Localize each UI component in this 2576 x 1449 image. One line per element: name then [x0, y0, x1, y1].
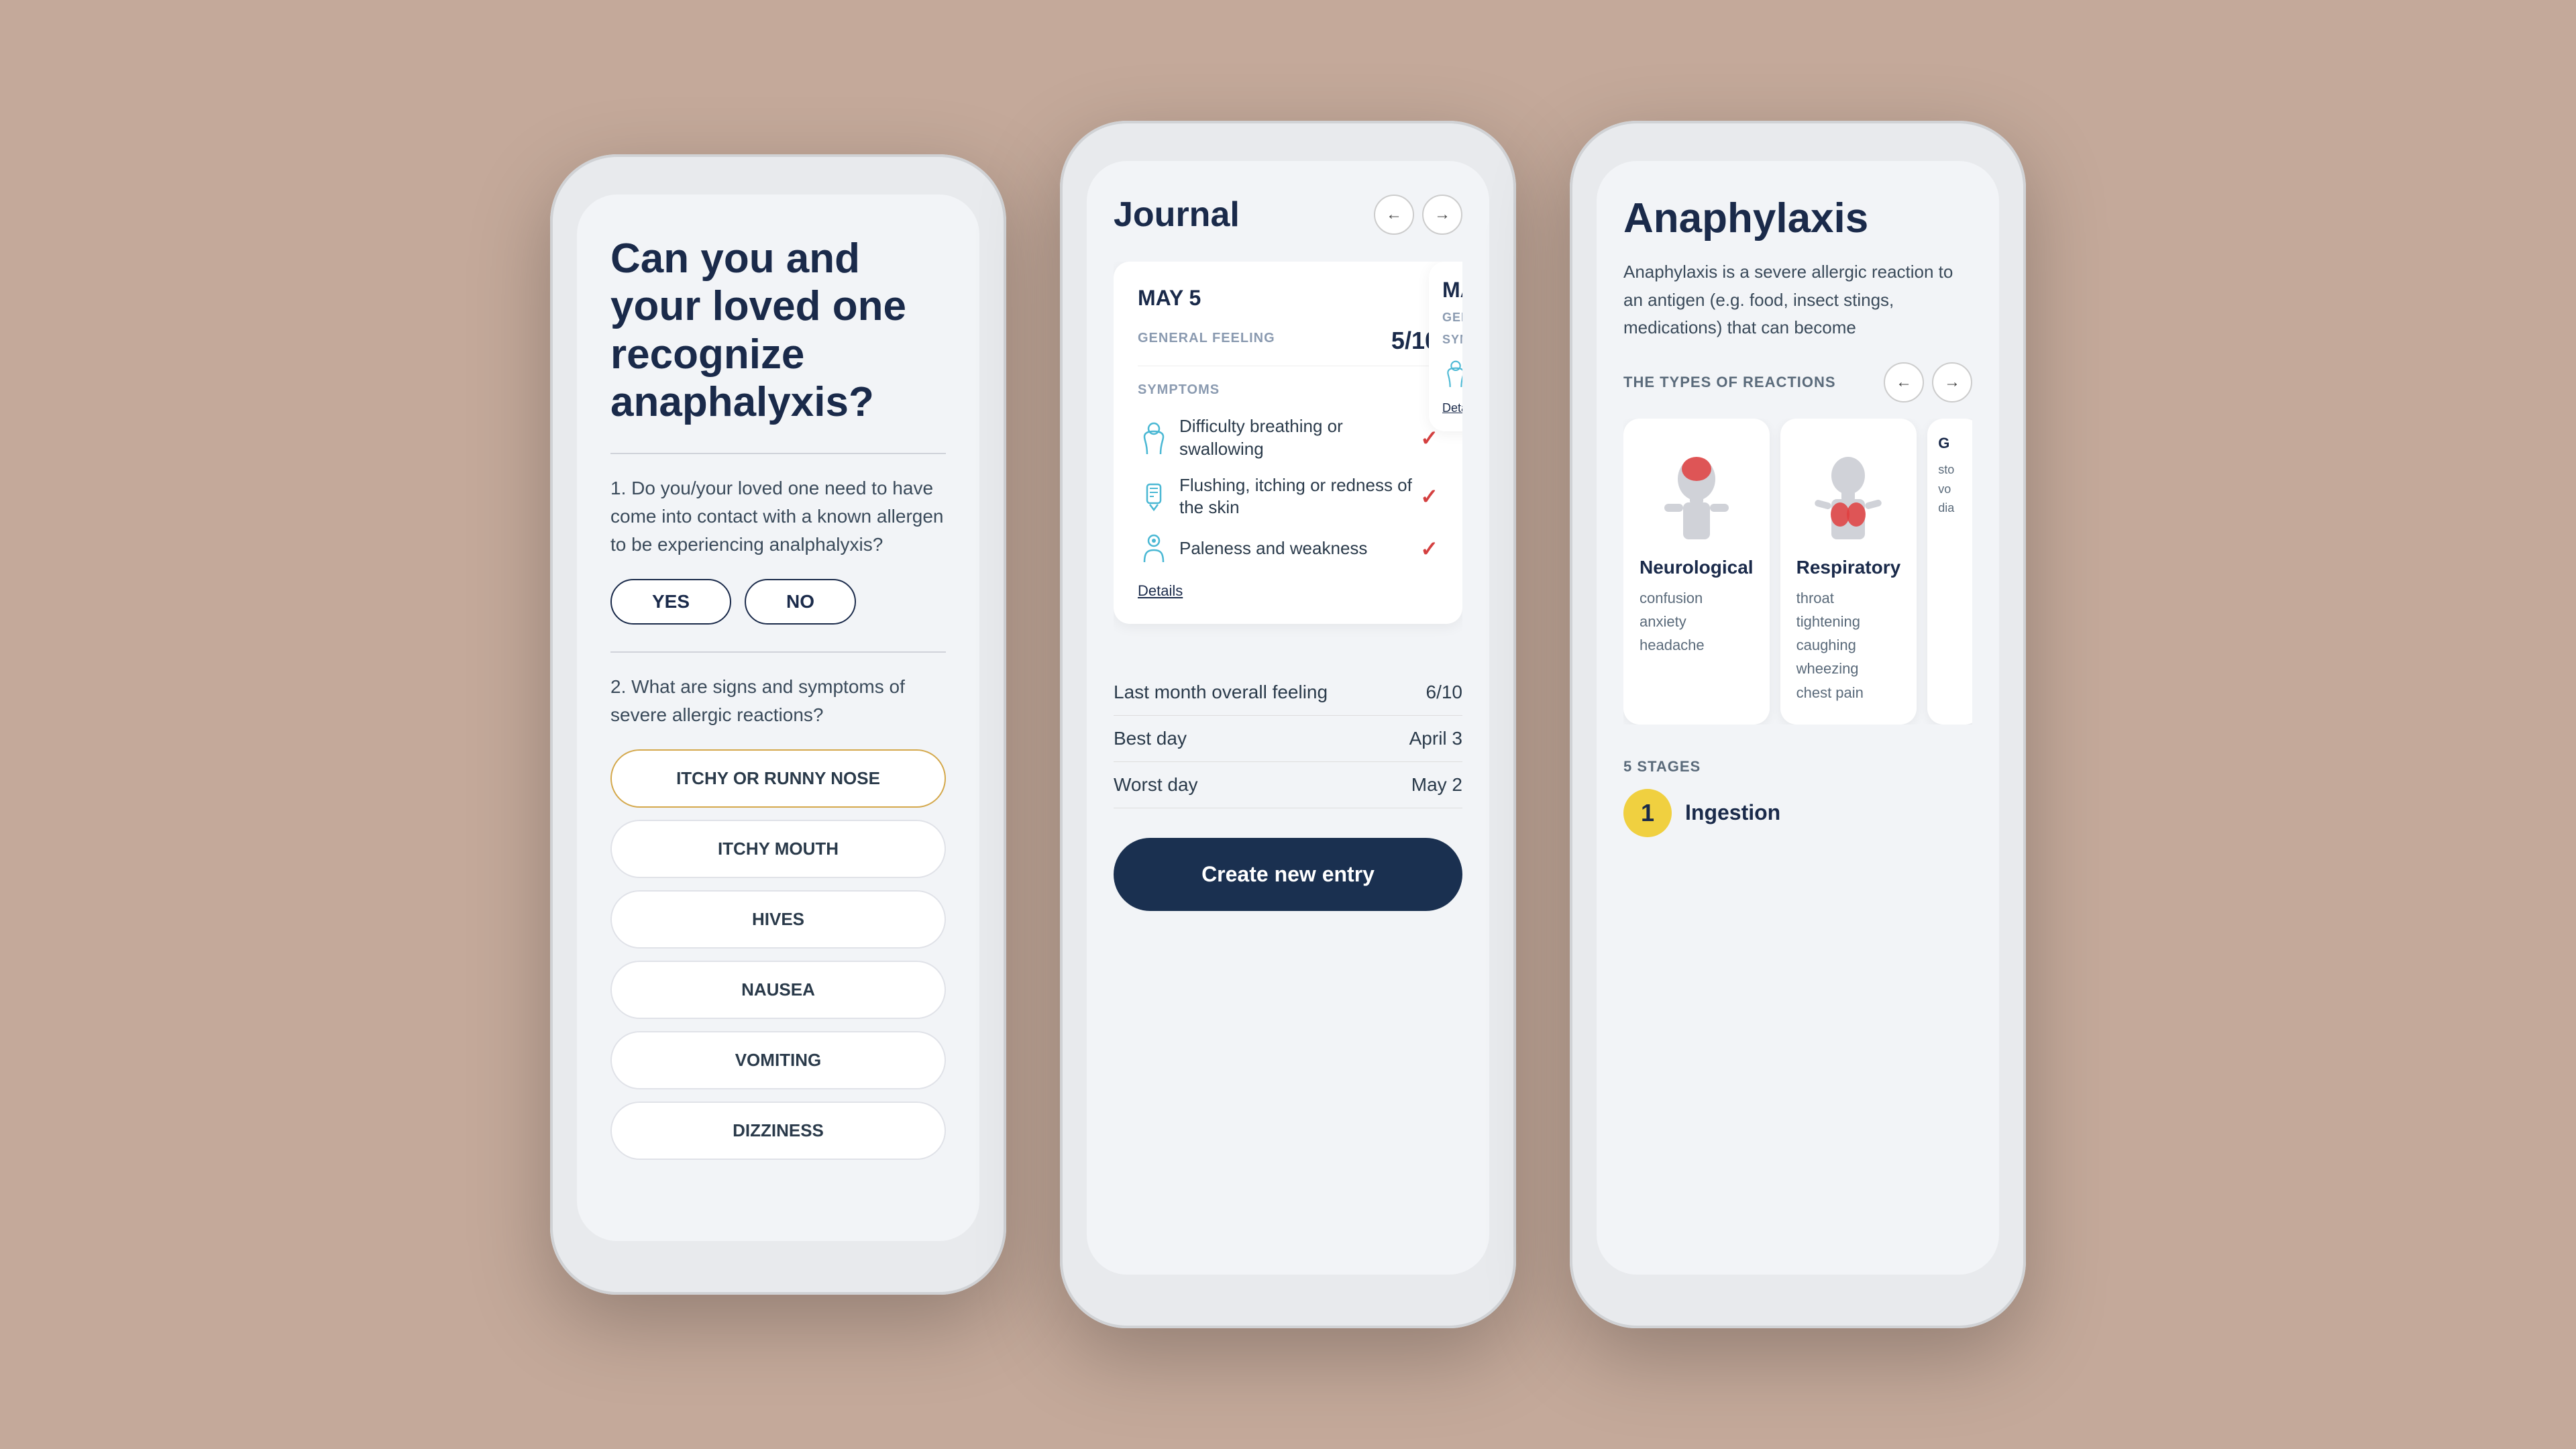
option-itchy-mouth[interactable]: ITCHY MOUTH: [610, 820, 946, 878]
yes-button[interactable]: YES: [610, 579, 731, 625]
journal-screen: Journal ← → MAY 5 GENERAL FEELING 5/10: [1087, 161, 1489, 1275]
stat-row-worst-day: Worst day May 2: [1114, 762, 1462, 808]
best-day-label: Best day: [1114, 728, 1187, 749]
question-1-text: 1. Do you/your loved one need to have co…: [610, 474, 946, 559]
screens-container: Can you and your loved one recognize ana…: [496, 67, 2080, 1382]
anaphylaxis-screen: Anaphylaxis Anaphylaxis is a severe alle…: [1597, 161, 1999, 1275]
option-nausea[interactable]: NAUSEA: [610, 961, 946, 1019]
check-paleness: ✓: [1420, 536, 1438, 561]
question-1-block: 1. Do you/your loved one need to have co…: [610, 474, 946, 625]
reactions-nav-forward[interactable]: →: [1932, 362, 1972, 402]
symptoms-label: SYMPTOMS: [1138, 382, 1438, 398]
symptom-row-breathing: Difficulty breathing or swallowing ✓: [1138, 409, 1438, 468]
phone-anaphylaxis: Anaphylaxis Anaphylaxis is a severe alle…: [1570, 121, 2026, 1328]
journal-title: Journal: [1114, 195, 1240, 235]
question-2-text: 2. What are signs and symptoms of severe…: [610, 673, 946, 729]
worst-day-label: Worst day: [1114, 774, 1198, 796]
respiratory-symptoms: throat tighteningcaughingwheezingchest p…: [1796, 586, 1901, 704]
quiz-screen: Can you and your loved one recognize ana…: [577, 195, 979, 1241]
stat-row-last-month: Last month overall feeling 6/10: [1114, 669, 1462, 716]
symptom-row-paleness: Paleness and weakness ✓: [1138, 526, 1438, 572]
feeling-row: GENERAL FEELING 5/10: [1138, 327, 1438, 366]
question-2-block: 2. What are signs and symptoms of severe…: [610, 673, 946, 1172]
details-link[interactable]: Details: [1138, 582, 1438, 600]
quiz-title: Can you and your loved one recognize ana…: [610, 235, 946, 426]
peek-icon-area: [1442, 360, 1462, 390]
ana-description: Anaphylaxis is a severe allergic reactio…: [1623, 258, 1972, 342]
journal-nav-back[interactable]: ←: [1374, 195, 1414, 235]
ana-title: Anaphylaxis: [1623, 195, 1972, 242]
symptom-row-flushing: Flushing, itching or redness of the skin…: [1138, 468, 1438, 527]
stage-1-row: 1 Ingestion: [1623, 789, 1972, 837]
option-vomiting[interactable]: VOMITING: [610, 1031, 946, 1089]
option-hives[interactable]: HIVES: [610, 890, 946, 949]
last-month-label: Last month overall feeling: [1114, 682, 1328, 703]
neurological-symptoms: confusionanxietyheadache: [1640, 586, 1754, 657]
neurological-illustration: [1640, 439, 1754, 546]
stages-label: 5 STAGES: [1623, 758, 1972, 775]
neurological-name: Neurological: [1640, 557, 1754, 578]
journal-card-peek: MAY GENE SYMPT Detail: [1429, 262, 1462, 431]
journal-nav-forward[interactable]: →: [1422, 195, 1462, 235]
reaction-cards-container: Neurological confusionanxietyheadache: [1623, 419, 1972, 724]
card-date: MAY 5: [1138, 286, 1201, 311]
peek-symptoms: SYMPT: [1442, 333, 1462, 347]
peek-symptom-icon: [1442, 360, 1462, 387]
stage-1-number: 1: [1623, 789, 1672, 837]
flushing-icon: [1138, 480, 1170, 513]
card-date-row: MAY 5: [1138, 286, 1438, 311]
reaction-card-respiratory: Respiratory throat tighteningcaughingwhe…: [1780, 419, 1917, 724]
paleness-icon: [1138, 533, 1170, 565]
journal-card-may5: MAY 5 GENERAL FEELING 5/10 SYMPTOMS: [1114, 262, 1462, 624]
phone-journal: Journal ← → MAY 5 GENERAL FEELING 5/10: [1060, 121, 1516, 1328]
breathing-icon: [1138, 422, 1170, 454]
reaction-card-neurological: Neurological confusionanxietyheadache: [1623, 419, 1770, 724]
stats-section: Last month overall feeling 6/10 Best day…: [1114, 656, 1462, 822]
divider-2: [610, 651, 946, 653]
phone-quiz: Can you and your loved one recognize ana…: [550, 154, 1006, 1295]
stage-1-name: Ingestion: [1685, 800, 1780, 825]
symptom-text-flushing: Flushing, itching or redness of the skin: [1179, 474, 1420, 520]
check-breathing: ✓: [1420, 425, 1438, 451]
check-flushing: ✓: [1420, 484, 1438, 509]
reactions-nav-back[interactable]: ←: [1884, 362, 1924, 402]
symptom-text-breathing: Difficulty breathing or swallowing: [1179, 415, 1420, 461]
symptom-left-flushing: Flushing, itching or redness of the skin: [1138, 474, 1420, 520]
nav-arrows: ← →: [1374, 195, 1462, 235]
option-itchy-runny-nose[interactable]: ITCHY OR RUNNY NOSE: [610, 749, 946, 808]
peek-label: GENE: [1442, 311, 1462, 325]
worst-day-value: May 2: [1411, 774, 1462, 796]
reactions-nav-arrows: ← →: [1884, 362, 1972, 402]
reactions-title: THE TYPES OF REACTIONS: [1623, 374, 1836, 391]
respiratory-svg: [1808, 442, 1888, 543]
respiratory-illustration: [1796, 439, 1901, 546]
divider-1: [610, 453, 946, 454]
partial-reaction-symptoms: stovodia: [1938, 460, 1970, 518]
journal-cards-row: MAY 5 GENERAL FEELING 5/10 SYMPTOMS: [1114, 262, 1462, 640]
reaction-card-partial: G stovodia: [1927, 419, 1972, 724]
stages-section: 5 STAGES 1 Ingestion: [1623, 745, 1972, 837]
symptom-left-paleness: Paleness and weakness: [1138, 533, 1367, 565]
yes-no-row: YES NO: [610, 579, 946, 625]
partial-reaction-name: G: [1938, 435, 1970, 452]
symptom-text-paleness: Paleness and weakness: [1179, 537, 1367, 560]
neurological-svg: [1656, 442, 1737, 543]
peek-date: MAY: [1442, 278, 1462, 303]
best-day-value: April 3: [1409, 728, 1462, 749]
last-month-value: 6/10: [1426, 682, 1463, 703]
create-entry-button[interactable]: Create new entry: [1114, 838, 1462, 911]
symptom-left-breathing: Difficulty breathing or swallowing: [1138, 415, 1420, 461]
journal-header: Journal ← →: [1114, 195, 1462, 235]
no-button[interactable]: NO: [745, 579, 856, 625]
option-dizziness[interactable]: DIZZINESS: [610, 1102, 946, 1160]
peek-details[interactable]: Detail: [1442, 401, 1462, 415]
general-feeling-label: GENERAL FEELING: [1138, 331, 1275, 346]
reactions-header: THE TYPES OF REACTIONS ← →: [1623, 362, 1972, 402]
stat-row-best-day: Best day April 3: [1114, 716, 1462, 762]
respiratory-name: Respiratory: [1796, 557, 1901, 578]
